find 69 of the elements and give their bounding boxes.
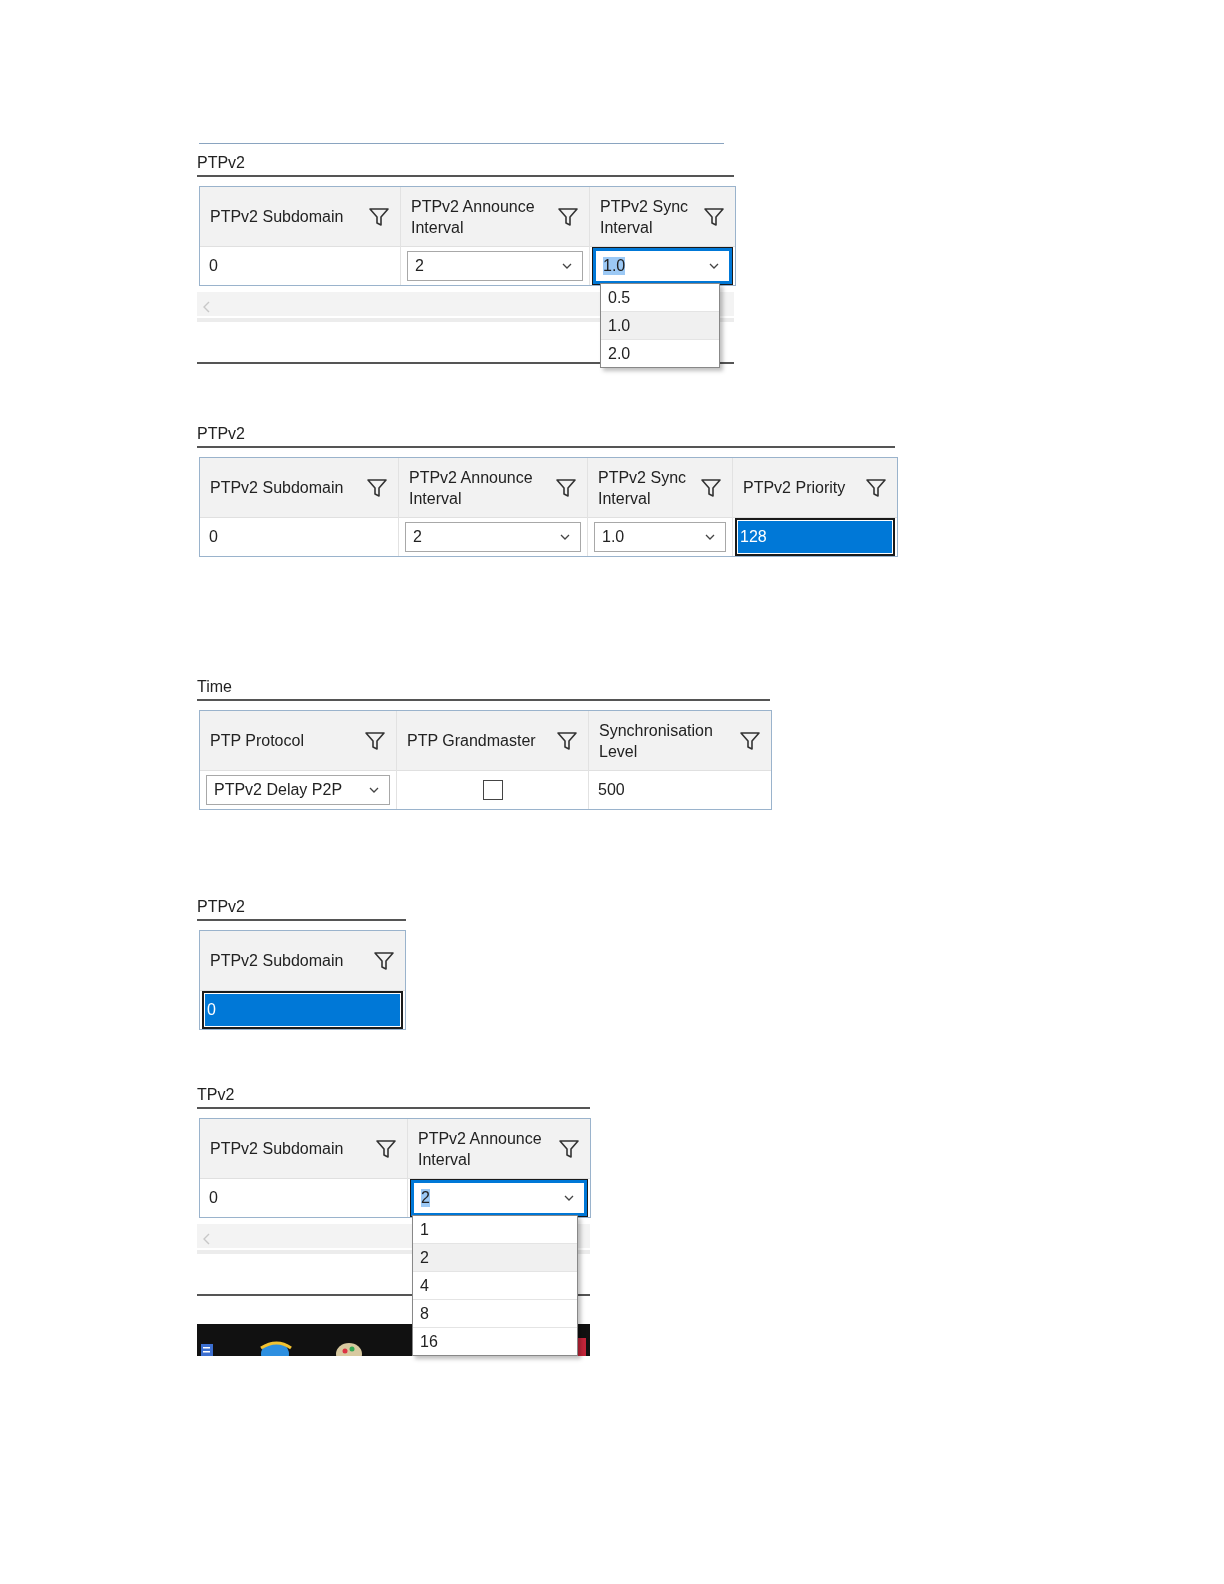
dropdown-option[interactable]: 8 [413,1300,577,1328]
dropdown-option[interactable]: 2.0 [601,340,719,367]
filter-icon[interactable] [557,206,579,227]
dropdown[interactable]: 1.0 [593,248,732,284]
column-header[interactable]: PTPv2 Subdomain [200,458,398,518]
column-header[interactable]: Synchronisation Level [589,711,771,771]
column-label: PTPv2 Subdomain [210,207,345,227]
column-label: PTPv2 Announce Interval [418,1128,543,1170]
chevron-down-icon [562,263,572,269]
column-label: PTPv2 Subdomain [210,1139,345,1159]
column-header[interactable]: PTP Protocol [200,711,396,771]
filter-icon[interactable] [558,1138,580,1159]
table-cell[interactable]: 0 [206,247,394,285]
chevron-down-icon [709,263,719,269]
dropdown[interactable]: 2 [405,522,581,552]
section-title: PTPv2 [197,897,246,917]
column-label: Synchronisation Level [599,720,714,762]
chevron-down-icon [564,1195,574,1201]
chevron-down-icon [560,534,570,540]
column-header[interactable]: PTPv2 Sync Interval [588,458,732,518]
dropdown[interactable]: 2 [411,1180,587,1216]
dropdown-option[interactable]: 2 [413,1244,577,1272]
dropdown[interactable]: 2 [407,251,583,281]
filter-icon[interactable] [739,730,761,751]
column-header[interactable]: PTPv2 Sync Interval [590,187,735,247]
checkbox[interactable] [482,780,503,800]
dropdown-option[interactable]: 1.0 [601,312,719,340]
filter-icon[interactable] [366,477,388,498]
filter-icon[interactable] [373,950,395,971]
column-label: PTPv2 Subdomain [210,951,345,971]
filter-icon[interactable] [556,730,578,751]
section-title: Time [197,677,233,697]
dropdown[interactable]: 1.0 [594,522,726,552]
column-header[interactable]: PTP Grandmaster [397,711,588,771]
column-header[interactable]: PTPv2 Subdomain [200,187,400,247]
filter-icon[interactable] [364,730,386,751]
column-header[interactable]: PTPv2 Priority [733,458,897,518]
table-cell[interactable]: 0 [202,991,403,1029]
table-cell[interactable]: 0 [206,518,392,556]
column-label: PTP Protocol [210,731,305,751]
column-label: PTPv2 Priority [743,478,847,498]
filter-icon[interactable] [700,477,722,498]
column-header[interactable]: PTPv2 Subdomain [200,931,405,991]
chevron-down-icon [705,534,715,540]
dropdown[interactable]: PTPv2 Delay P2P [206,775,390,805]
filter-icon[interactable] [368,206,390,227]
section-title: PTPv2 [197,153,246,173]
column-label: PTPv2 Sync Interval [600,196,690,238]
column-label: PTPv2 Sync Interval [598,467,688,509]
column-header[interactable]: PTPv2 Announce Interval [399,458,587,518]
column-label: PTPv2 Announce Interval [409,467,534,509]
dropdown-option[interactable]: 16 [413,1328,577,1355]
filter-icon[interactable] [555,477,577,498]
dropdown-option[interactable]: 4 [413,1272,577,1300]
filter-icon[interactable] [703,206,725,227]
chevron-down-icon [369,787,379,793]
column-header[interactable]: PTPv2 Announce Interval [408,1119,590,1179]
column-label: PTP Grandmaster [407,731,537,751]
column-header[interactable]: PTPv2 Subdomain [200,1119,407,1179]
table-cell[interactable]: 500 [595,771,765,809]
filter-icon[interactable] [865,477,887,498]
section-title: PTPv2 [197,424,246,444]
column-label: PTPv2 Subdomain [210,478,345,498]
table-cell[interactable]: 128 [735,518,895,556]
column-header[interactable]: PTPv2 Announce Interval [401,187,589,247]
table-cell[interactable]: 0 [206,1179,401,1217]
section-title: TPv2 [197,1085,236,1105]
filter-icon[interactable] [375,1138,397,1159]
column-label: PTPv2 Announce Interval [411,196,536,238]
